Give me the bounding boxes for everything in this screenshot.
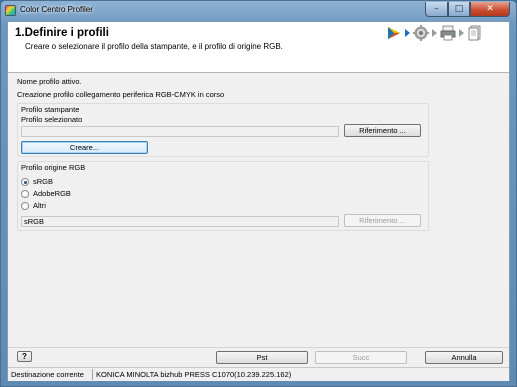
app-window: Color Centro Profiler – □ ✕ 1.Definire i… <box>0 0 517 387</box>
step-arrow-icon <box>432 29 437 37</box>
rgb-profile-group-label: Profilo origine RGB <box>21 163 86 172</box>
other-profile-radio-label[interactable]: Altri <box>33 201 46 210</box>
creating-profile-message: Creazione profilo collegamento periferic… <box>17 90 225 99</box>
minimize-button[interactable]: – <box>425 2 448 17</box>
footer-divider <box>8 347 509 348</box>
window-title: Color Centro Profiler <box>20 5 93 14</box>
status-bar: Destinazione corrente KONICA MINOLTA biz… <box>8 367 509 381</box>
srgb-radio-label[interactable]: sRGB <box>33 177 53 186</box>
active-profile-message: Nome profilo attivo. <box>17 77 82 86</box>
document-step-icon <box>468 25 481 41</box>
close-button[interactable]: ✕ <box>470 2 510 17</box>
step-title: 1.Definire i profili <box>15 27 109 39</box>
step-arrow-icon <box>459 29 464 37</box>
step-arrow-icon <box>405 29 410 37</box>
printer-profile-browse-button[interactable]: Riferimento ... <box>344 124 421 137</box>
printer-step-icon <box>440 25 456 41</box>
play-step-icon <box>388 27 400 39</box>
adobergb-radio-label[interactable]: AdobeRGB <box>33 189 71 198</box>
rgb-profile-browse-button[interactable]: Riferimento ... <box>344 214 421 227</box>
srgb-radio[interactable] <box>21 178 29 186</box>
printer-profile-group: Profilo stampante Profilo selezionato Ri… <box>17 103 429 157</box>
rgb-profile-field[interactable]: sRGB <box>21 216 339 227</box>
other-profile-radio[interactable] <box>21 202 29 210</box>
wizard-header: 1.Definire i profili Creare o selezionar… <box>8 22 509 73</box>
selected-profile-field[interactable] <box>21 126 339 137</box>
next-button[interactable]: Succ <box>315 351 407 364</box>
cancel-button[interactable]: Annulla <box>425 351 503 364</box>
maximize-button[interactable]: □ <box>448 2 470 17</box>
selected-profile-label: Profilo selezionato <box>21 115 83 124</box>
help-button[interactable]: ? <box>17 351 32 362</box>
previous-button[interactable]: Pst <box>216 351 308 364</box>
rgb-profile-group: Profilo origine RGB sRGB AdobeRGB Altri … <box>17 161 429 231</box>
destination-label: Destinazione corrente <box>8 369 93 380</box>
gear-step-icon <box>413 25 429 41</box>
title-bar[interactable]: Color Centro Profiler – □ ✕ <box>1 1 516 21</box>
create-profile-button[interactable]: Creare... <box>21 141 148 154</box>
wizard-content: 1.Definire i profili Creare o selezionar… <box>7 21 510 381</box>
destination-value: KONICA MINOLTA bizhub PRESS C1070(10.239… <box>96 370 292 379</box>
step-subtitle: Creare o selezionare il profilo della st… <box>25 42 283 51</box>
app-icon <box>5 5 16 16</box>
printer-profile-group-label: Profilo stampante <box>21 105 80 114</box>
adobergb-radio[interactable] <box>21 190 29 198</box>
